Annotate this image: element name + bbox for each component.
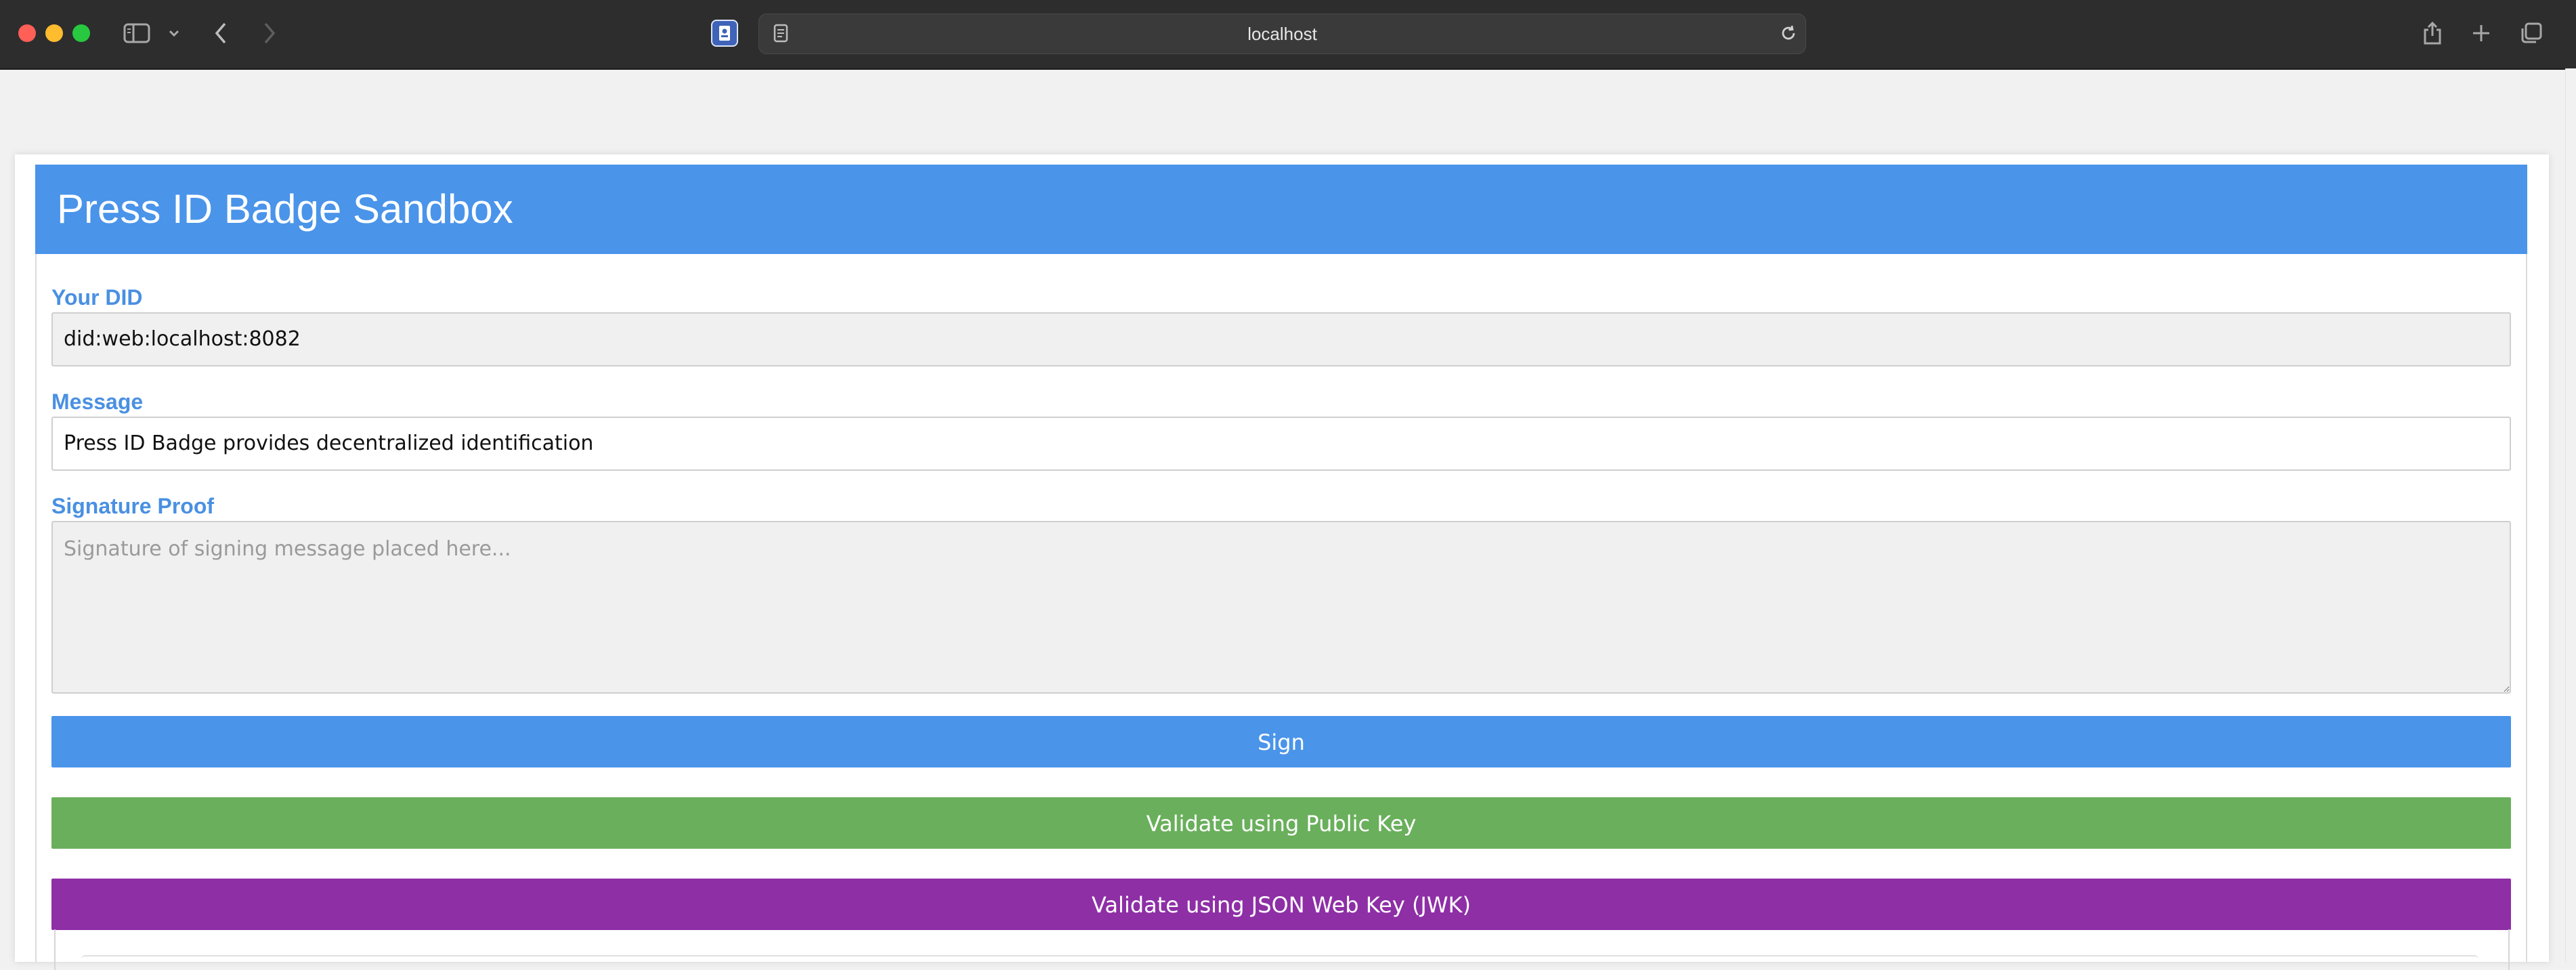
page-title: Press ID Badge Sandbox bbox=[57, 186, 513, 232]
scrollbar[interactable] bbox=[2565, 68, 2576, 962]
signature-proof-textarea[interactable] bbox=[51, 521, 2511, 694]
url-text: localhost bbox=[1247, 24, 1317, 44]
zoom-window-button[interactable] bbox=[72, 24, 90, 42]
forward-icon[interactable] bbox=[257, 18, 282, 49]
badge-icon[interactable] bbox=[711, 20, 738, 47]
close-window-button[interactable] bbox=[18, 24, 36, 42]
tabs-overview-icon[interactable] bbox=[2518, 18, 2545, 49]
did-label: Your DID bbox=[51, 285, 143, 310]
plus-icon[interactable] bbox=[2468, 18, 2495, 49]
message-field[interactable]: Press ID Badge provides decentralized id… bbox=[51, 417, 2511, 471]
chevron-down-icon[interactable] bbox=[165, 18, 183, 49]
sidebar-icon[interactable] bbox=[122, 18, 152, 49]
back-icon[interactable] bbox=[209, 18, 233, 49]
share-icon[interactable] bbox=[2419, 18, 2446, 49]
signature-label: Signature Proof bbox=[51, 494, 215, 518]
address-bar[interactable]: localhost bbox=[758, 14, 1806, 54]
did-field[interactable]: did:web:localhost:8082 bbox=[51, 312, 2511, 366]
result-panel-inner bbox=[81, 955, 2478, 963]
validate-public-key-button[interactable]: Validate using Public Key bbox=[51, 797, 2511, 849]
reload-icon[interactable] bbox=[1775, 18, 1802, 49]
validate-jwk-button[interactable]: Validate using JSON Web Key (JWK) bbox=[51, 879, 2511, 930]
message-label: Message bbox=[51, 389, 144, 414]
result-panel bbox=[54, 929, 2510, 970]
browser-toolbar: localhost bbox=[0, 0, 2576, 70]
app-header: Press ID Badge Sandbox bbox=[35, 165, 2527, 254]
minimize-window-button[interactable] bbox=[45, 24, 63, 42]
sign-button[interactable]: Sign bbox=[51, 716, 2511, 767]
